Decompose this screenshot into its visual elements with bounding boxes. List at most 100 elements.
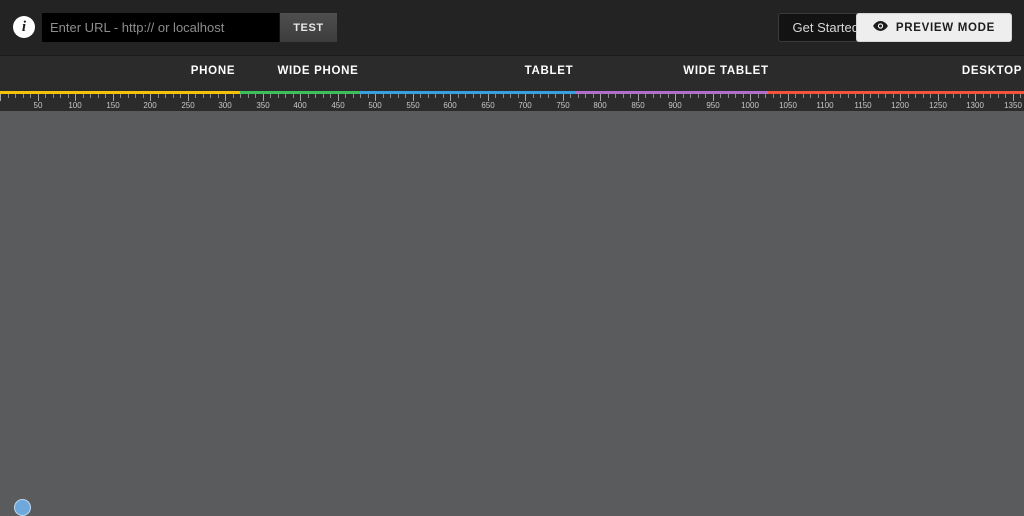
ruler-tick-label: 500 xyxy=(368,101,382,110)
ruler-tick xyxy=(38,94,39,101)
ruler-tick xyxy=(285,94,286,98)
ruler-tick xyxy=(975,94,976,101)
ruler-tick xyxy=(293,94,294,98)
corner-handle[interactable] xyxy=(14,499,31,516)
ruler-tick xyxy=(428,94,429,98)
ruler-tick xyxy=(743,94,744,98)
ruler-tick xyxy=(173,94,174,98)
ruler-tick xyxy=(113,94,114,101)
ruler-tick xyxy=(668,94,669,98)
ruler-tick xyxy=(323,94,324,98)
ruler-tick xyxy=(660,94,661,98)
ruler-tick xyxy=(203,94,204,98)
ruler-tick-label: 750 xyxy=(556,101,570,110)
ruler-tick xyxy=(488,94,489,101)
ruler-tick xyxy=(45,94,46,98)
ruler-tick-label: 50 xyxy=(33,101,43,110)
ruler-tick xyxy=(705,94,706,98)
ruler-tick xyxy=(600,94,601,101)
ruler-tick-label: 150 xyxy=(106,101,120,110)
ruler-tick xyxy=(945,94,946,98)
preview-mode-button[interactable]: PREVIEW MODE xyxy=(855,13,1012,42)
ruler-tick xyxy=(818,94,819,98)
breakpoint-label-desktop[interactable]: DESKTOP xyxy=(962,65,1022,77)
ruler-tick xyxy=(83,94,84,98)
test-button[interactable]: TEST xyxy=(279,13,337,42)
ruler-tick xyxy=(758,94,759,98)
ruler-tick xyxy=(383,94,384,98)
ruler-tick xyxy=(210,94,211,98)
ruler-tick xyxy=(773,94,774,98)
ruler-tick xyxy=(375,94,376,101)
top-toolbar: i TEST Get Started PREVIEW MODE xyxy=(0,0,1024,55)
ruler-tick xyxy=(180,94,181,98)
ruler-tick xyxy=(218,94,219,98)
ruler-tick xyxy=(563,94,564,101)
ruler-tick xyxy=(53,94,54,98)
ruler-tick xyxy=(713,94,714,101)
ruler-tick xyxy=(885,94,886,98)
ruler-tick xyxy=(893,94,894,98)
ruler-tick xyxy=(548,94,549,98)
ruler-tick xyxy=(300,94,301,101)
ruler-tick xyxy=(360,94,361,98)
responsive-ruler[interactable]: 50 100 150 200 250 300 350 400 450 500 550 600 650 70… xyxy=(0,91,1024,111)
ruler-tick xyxy=(915,94,916,98)
ruler-tick xyxy=(953,94,954,98)
ruler-tick xyxy=(833,94,834,98)
ruler-tick-label: 1200 xyxy=(891,101,909,110)
ruler-tick xyxy=(60,94,61,98)
ruler-tick xyxy=(23,94,24,98)
breakpoint-label-phone[interactable]: PHONE xyxy=(191,65,235,77)
preview-viewport[interactable] xyxy=(0,111,1024,516)
ruler-tick xyxy=(90,94,91,98)
ruler-tick xyxy=(338,94,339,101)
ruler-tick xyxy=(908,94,909,98)
ruler-tick xyxy=(435,94,436,98)
ruler-tick xyxy=(128,94,129,98)
ruler-tick xyxy=(675,94,676,101)
ruler-tick xyxy=(398,94,399,98)
ruler-tick xyxy=(68,94,69,98)
breakpoint-label-wide-phone[interactable]: WIDE PHONE xyxy=(277,65,358,77)
ruler-tick xyxy=(690,94,691,98)
ruler-tick xyxy=(1020,94,1021,98)
ruler-tick-label: 1250 xyxy=(929,101,947,110)
ruler-tick xyxy=(518,94,519,98)
ruler-tick xyxy=(765,94,766,98)
ruler-tick xyxy=(458,94,459,98)
ruler-tick xyxy=(533,94,534,98)
ruler-tick-label: 1100 xyxy=(816,101,834,110)
ruler-tick xyxy=(638,94,639,101)
ruler-tick xyxy=(968,94,969,98)
ruler-tick xyxy=(578,94,579,98)
ruler-tick xyxy=(728,94,729,98)
ruler-tick-label: 350 xyxy=(256,101,270,110)
ruler-tick xyxy=(330,94,331,98)
ruler-tick xyxy=(158,94,159,98)
ruler-tick xyxy=(608,94,609,98)
ruler-tick xyxy=(473,94,474,98)
ruler-tick-label: 1000 xyxy=(741,101,759,110)
breakpoint-label-wide-tablet[interactable]: WIDE TABLET xyxy=(683,65,768,77)
ruler-tick-label: 650 xyxy=(481,101,495,110)
ruler-tick xyxy=(495,94,496,98)
ruler-band-desktop xyxy=(768,91,1024,94)
info-icon[interactable]: i xyxy=(13,16,35,38)
ruler-tick xyxy=(188,94,189,101)
ruler-tick xyxy=(570,94,571,98)
ruler-tick xyxy=(390,94,391,98)
ruler-tick xyxy=(308,94,309,98)
ruler-tick xyxy=(510,94,511,98)
ruler-tick xyxy=(195,94,196,98)
breakpoint-label-tablet[interactable]: TABLET xyxy=(525,65,574,77)
ruler-tick xyxy=(750,94,751,101)
ruler-band-wide-tablet xyxy=(576,91,768,94)
ruler-tick xyxy=(930,94,931,98)
ruler-tick xyxy=(653,94,654,98)
ruler-tick-label: 1050 xyxy=(779,101,797,110)
eye-icon xyxy=(873,21,888,34)
url-input[interactable] xyxy=(42,13,279,42)
ruler-tick xyxy=(683,94,684,98)
ruler-tick xyxy=(105,94,106,98)
